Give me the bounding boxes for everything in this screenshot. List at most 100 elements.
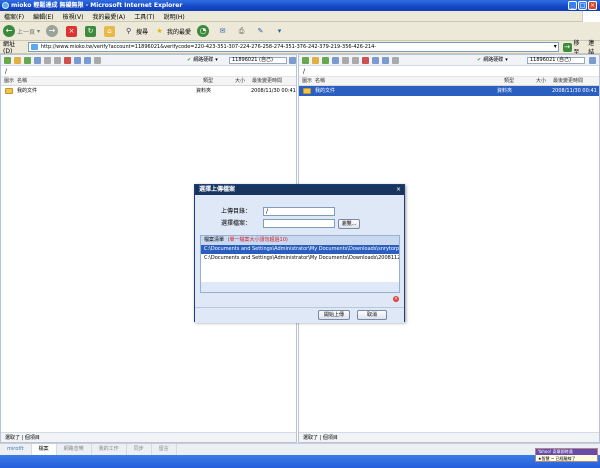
edit-button[interactable]: ✎ bbox=[255, 26, 268, 37]
copy-icon[interactable] bbox=[44, 57, 51, 64]
close-button[interactable]: × bbox=[588, 1, 597, 10]
col-icon[interactable]: 圖示 bbox=[302, 77, 312, 86]
more-button[interactable]: ▾ bbox=[274, 26, 287, 37]
col-modified[interactable]: 最後變更時間 bbox=[252, 77, 282, 86]
col-size[interactable]: 大小 bbox=[235, 77, 245, 86]
home-icon: ⌂ bbox=[104, 25, 116, 37]
print-icon: ⎙ bbox=[238, 26, 245, 35]
stop-button[interactable]: × bbox=[66, 25, 79, 37]
tab-tasks[interactable]: 我的工作 bbox=[92, 444, 127, 455]
refresh-icon[interactable] bbox=[4, 57, 11, 64]
paste-icon[interactable] bbox=[352, 57, 359, 64]
new-folder-icon[interactable] bbox=[34, 57, 41, 64]
refresh-icon: ↻ bbox=[85, 25, 97, 37]
menu-file[interactable]: 檔案(F) bbox=[4, 12, 24, 21]
upload-dir-input[interactable]: / bbox=[263, 207, 335, 216]
chevron-down-icon: ▾ bbox=[505, 57, 508, 63]
refresh-icon[interactable] bbox=[302, 57, 309, 64]
new-folder-icon[interactable] bbox=[332, 57, 339, 64]
upload-dir-label: 上傳目錄： bbox=[220, 208, 251, 215]
stop-icon: × bbox=[66, 25, 78, 37]
cancel-button[interactable]: 取消 bbox=[357, 310, 387, 320]
col-type[interactable]: 類型 bbox=[203, 77, 213, 86]
bottom-tab-bar: mirofit 檔案 網路音樂 我的工作 同步 留言 bbox=[0, 443, 600, 455]
menu-edit[interactable]: 編輯(E) bbox=[33, 12, 53, 21]
remove-file-icon[interactable]: × bbox=[393, 296, 399, 302]
search-button[interactable]: ⚲ 搜尋 bbox=[123, 26, 148, 37]
pane-toolbar: ✔ 網路硬碟 ▾ 11896021 (自己) bbox=[299, 55, 599, 66]
tab-sync[interactable]: 同步 bbox=[127, 444, 152, 455]
connection-selector[interactable]: ✔ 網路硬碟 ▾ bbox=[187, 55, 218, 66]
menu-help[interactable]: 說明(H) bbox=[164, 12, 185, 21]
tab-files[interactable]: 檔案 bbox=[31, 444, 57, 455]
back-button[interactable]: ← 上一頁 ▾ bbox=[3, 25, 40, 37]
size-limit-note: (單一檔案大小請勿超過10) bbox=[227, 237, 288, 243]
home-button[interactable]: ⌂ bbox=[104, 25, 117, 37]
up-icon[interactable] bbox=[322, 57, 329, 64]
delete-icon[interactable] bbox=[362, 57, 369, 64]
settings-icon[interactable] bbox=[589, 57, 596, 64]
home-icon[interactable] bbox=[312, 57, 319, 64]
copy-icon[interactable] bbox=[342, 57, 349, 64]
favorites-button[interactable]: ★ 我的最愛 bbox=[154, 26, 191, 37]
check-icon: ✔ bbox=[187, 57, 192, 63]
history-button[interactable]: ◔ bbox=[197, 25, 211, 37]
account-select[interactable]: 11896021 (自己) bbox=[527, 57, 585, 64]
address-input[interactable]: http://www.mioko.tw/verify?account=11896… bbox=[27, 42, 559, 52]
delete-icon[interactable] bbox=[64, 57, 71, 64]
settings-icon[interactable] bbox=[289, 57, 296, 64]
upload-icon[interactable] bbox=[372, 57, 379, 64]
ie-icon bbox=[2, 2, 9, 9]
properties-icon[interactable] bbox=[392, 57, 399, 64]
file-label: 選擇檔案： bbox=[220, 220, 251, 227]
menu-tools[interactable]: 工具(T) bbox=[134, 12, 154, 21]
download-icon[interactable] bbox=[382, 57, 389, 64]
upload-icon[interactable] bbox=[74, 57, 81, 64]
history-icon: ◔ bbox=[197, 25, 210, 37]
connection-selector[interactable]: ✔ 網路硬碟 ▾ bbox=[477, 55, 508, 66]
account-select[interactable]: 11896021 (自己) bbox=[229, 57, 287, 64]
chevron-down-icon[interactable]: ▾ bbox=[554, 43, 557, 51]
current-path: / bbox=[299, 67, 599, 77]
forward-button[interactable]: → bbox=[46, 25, 60, 37]
address-label: 網址(D) bbox=[3, 41, 16, 55]
table-row[interactable]: 我的文件 資料夾 2008/11/30 00:41 bbox=[1, 86, 296, 96]
properties-icon[interactable] bbox=[94, 57, 101, 64]
tab-music[interactable]: 網路音樂 bbox=[57, 444, 92, 455]
maximize-button[interactable]: □ bbox=[578, 1, 587, 10]
notification-text: ★智慧 ~ 已經離線了 bbox=[538, 456, 576, 461]
col-modified[interactable]: 最後變更時間 bbox=[553, 77, 583, 86]
refresh-button[interactable]: ↻ bbox=[85, 25, 98, 37]
file-input[interactable] bbox=[263, 219, 335, 228]
download-icon[interactable] bbox=[84, 57, 91, 64]
forward-arrow-icon: → bbox=[46, 25, 59, 37]
list-item[interactable]: C:\Documents and Settings\Administrator\… bbox=[201, 254, 399, 263]
col-name[interactable]: 名稱 bbox=[17, 77, 27, 86]
file-list-header: 檔案清單 (單一檔案大小請勿超過10) bbox=[201, 236, 399, 245]
minimize-button[interactable]: _ bbox=[568, 1, 577, 10]
dialog-title: 選擇上傳檔案 bbox=[195, 185, 404, 195]
menu-view[interactable]: 檢視(V) bbox=[63, 12, 84, 21]
col-size[interactable]: 大小 bbox=[536, 77, 546, 86]
paste-icon[interactable] bbox=[54, 57, 61, 64]
back-arrow-icon: ← bbox=[3, 25, 15, 37]
menu-favorites[interactable]: 我的最愛(A) bbox=[92, 12, 125, 21]
col-type[interactable]: 類型 bbox=[504, 77, 514, 86]
chevron-down-icon: ▾ bbox=[277, 26, 282, 35]
browse-button[interactable]: 瀏覽... bbox=[338, 219, 360, 229]
tab-messages[interactable]: 留言 bbox=[152, 444, 177, 455]
col-icon[interactable]: 圖示 bbox=[4, 77, 14, 86]
browser-toolbar: ← 上一頁 ▾ → × ↻ ⌂ ⚲ 搜尋 ★ 我的最愛 ◔ ✉ ⎙ ✎ ▾ bbox=[0, 22, 600, 41]
start-upload-button[interactable]: 開始上傳 bbox=[318, 310, 350, 320]
dialog-close-icon[interactable]: × bbox=[396, 185, 401, 195]
address-bar: 網址(D) http://www.mioko.tw/verify?account… bbox=[0, 40, 600, 56]
mail-icon: ✉ bbox=[219, 26, 226, 35]
print-button[interactable]: ⎙ bbox=[236, 26, 249, 37]
messenger-notification[interactable]: Yahoo! 奇摩即時通 ★智慧 ~ 已經離線了 bbox=[535, 448, 598, 462]
table-row-selected[interactable]: 我的文件 資料夾 2008/11/30 00:41 bbox=[299, 86, 599, 96]
col-name[interactable]: 名稱 bbox=[315, 77, 325, 86]
mail-button[interactable]: ✉ bbox=[217, 26, 230, 37]
list-item-selected[interactable]: C:\Documents and Settings\Administrator\… bbox=[201, 245, 399, 254]
up-icon[interactable] bbox=[24, 57, 31, 64]
home-icon[interactable] bbox=[14, 57, 21, 64]
